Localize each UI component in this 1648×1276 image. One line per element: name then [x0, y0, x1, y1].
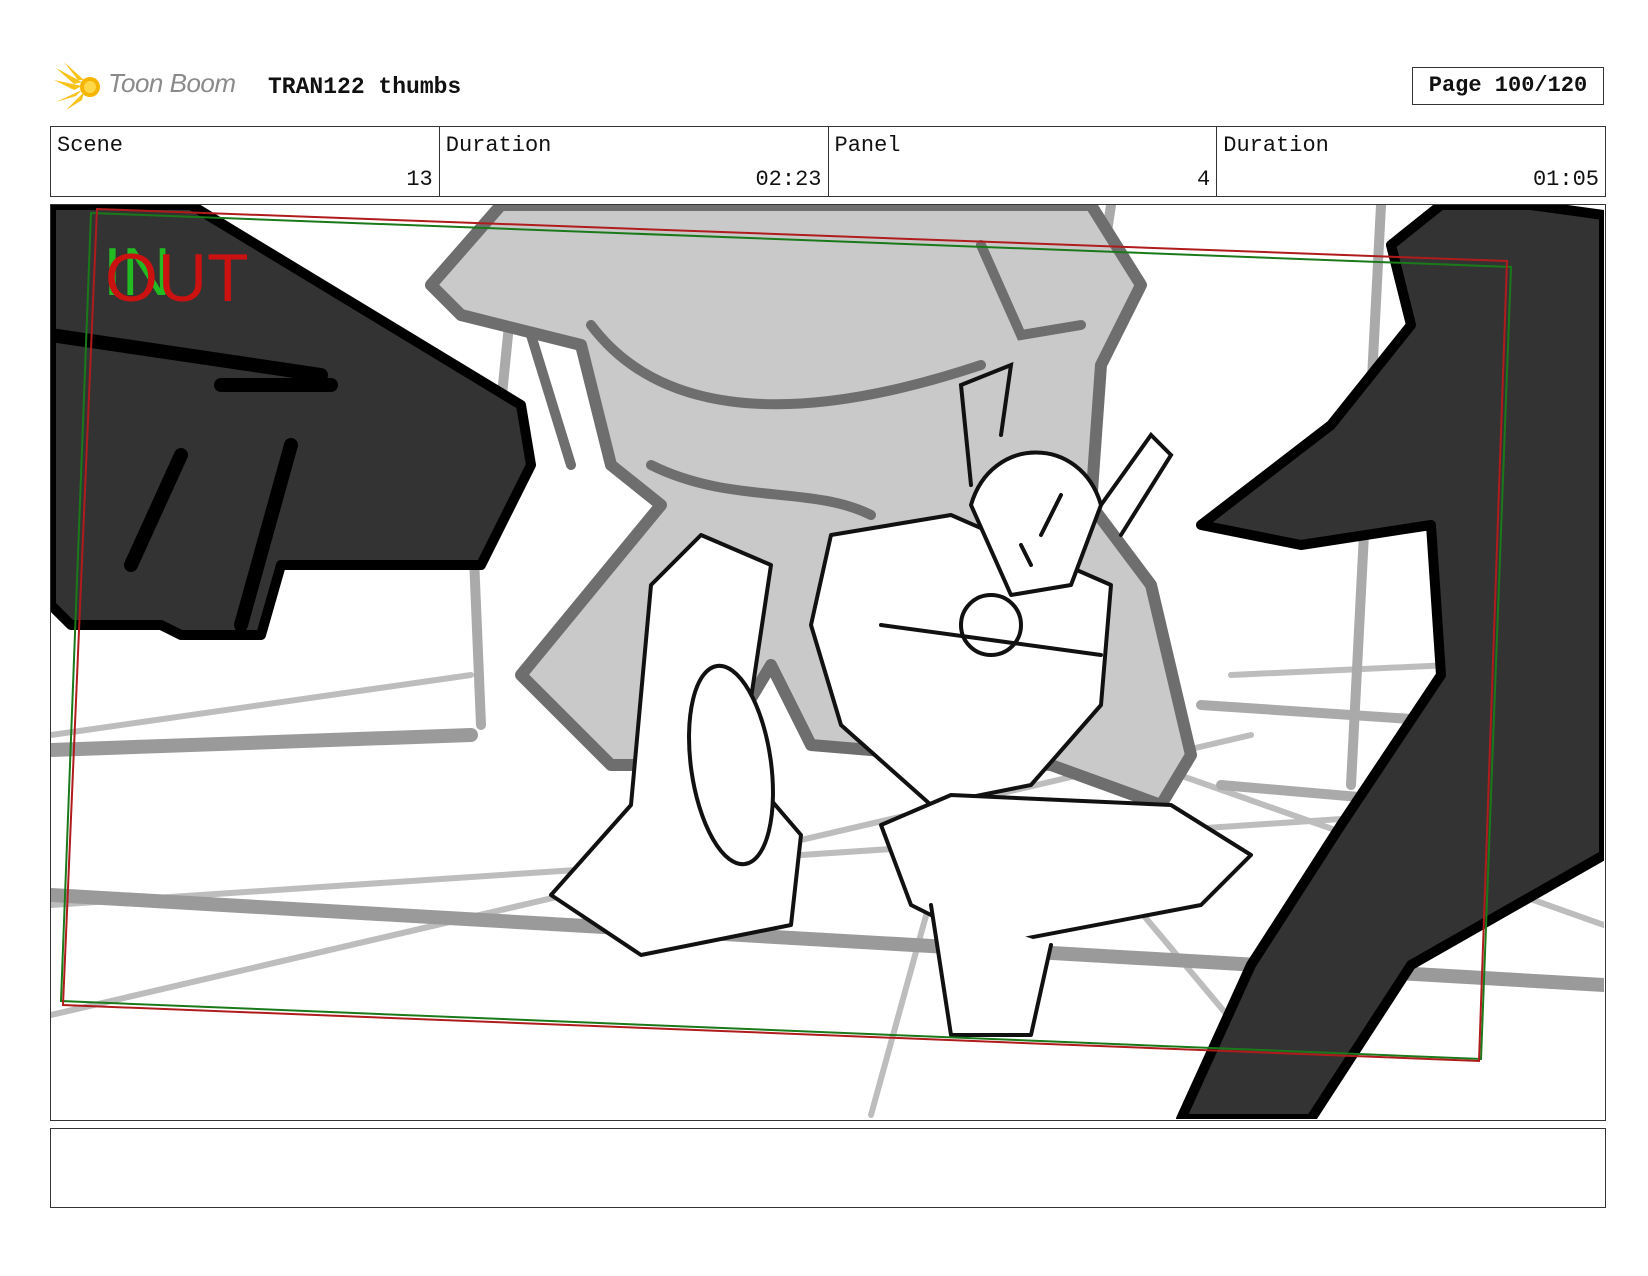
- panel-sketch: IN OUT: [51, 205, 1604, 1119]
- panel-notes-box: [50, 1128, 1606, 1208]
- scene-duration-cell: Duration 02:23: [440, 127, 829, 196]
- panel-duration-value: 01:05: [1532, 167, 1599, 192]
- panel-duration-label: Duration: [1223, 133, 1329, 158]
- scene-cell: Scene 13: [51, 127, 440, 196]
- document-title: TRAN122 thumbs: [268, 74, 462, 100]
- scene-duration-value: 02:23: [755, 167, 822, 192]
- scene-value: 13: [406, 167, 433, 192]
- panel-label: Panel: [834, 133, 901, 158]
- panel-info-row: Scene 13 Duration 02:23 Panel 4 Duration…: [50, 126, 1606, 197]
- toon-boom-logo: Toon Boom: [52, 58, 252, 114]
- scene-duration-label: Duration: [445, 133, 552, 158]
- panel-duration-cell: Duration 01:05: [1217, 127, 1605, 196]
- logo-text: Toon Boom: [108, 68, 236, 98]
- panel-cell: Panel 4: [829, 127, 1218, 196]
- page-number: Page 100/120: [1412, 67, 1604, 105]
- panel-value: 4: [1197, 167, 1211, 192]
- storyboard-panel: IN OUT: [50, 204, 1606, 1121]
- burst-icon: [54, 62, 100, 110]
- out-marker: OUT: [105, 240, 249, 316]
- scene-label: Scene: [57, 133, 124, 158]
